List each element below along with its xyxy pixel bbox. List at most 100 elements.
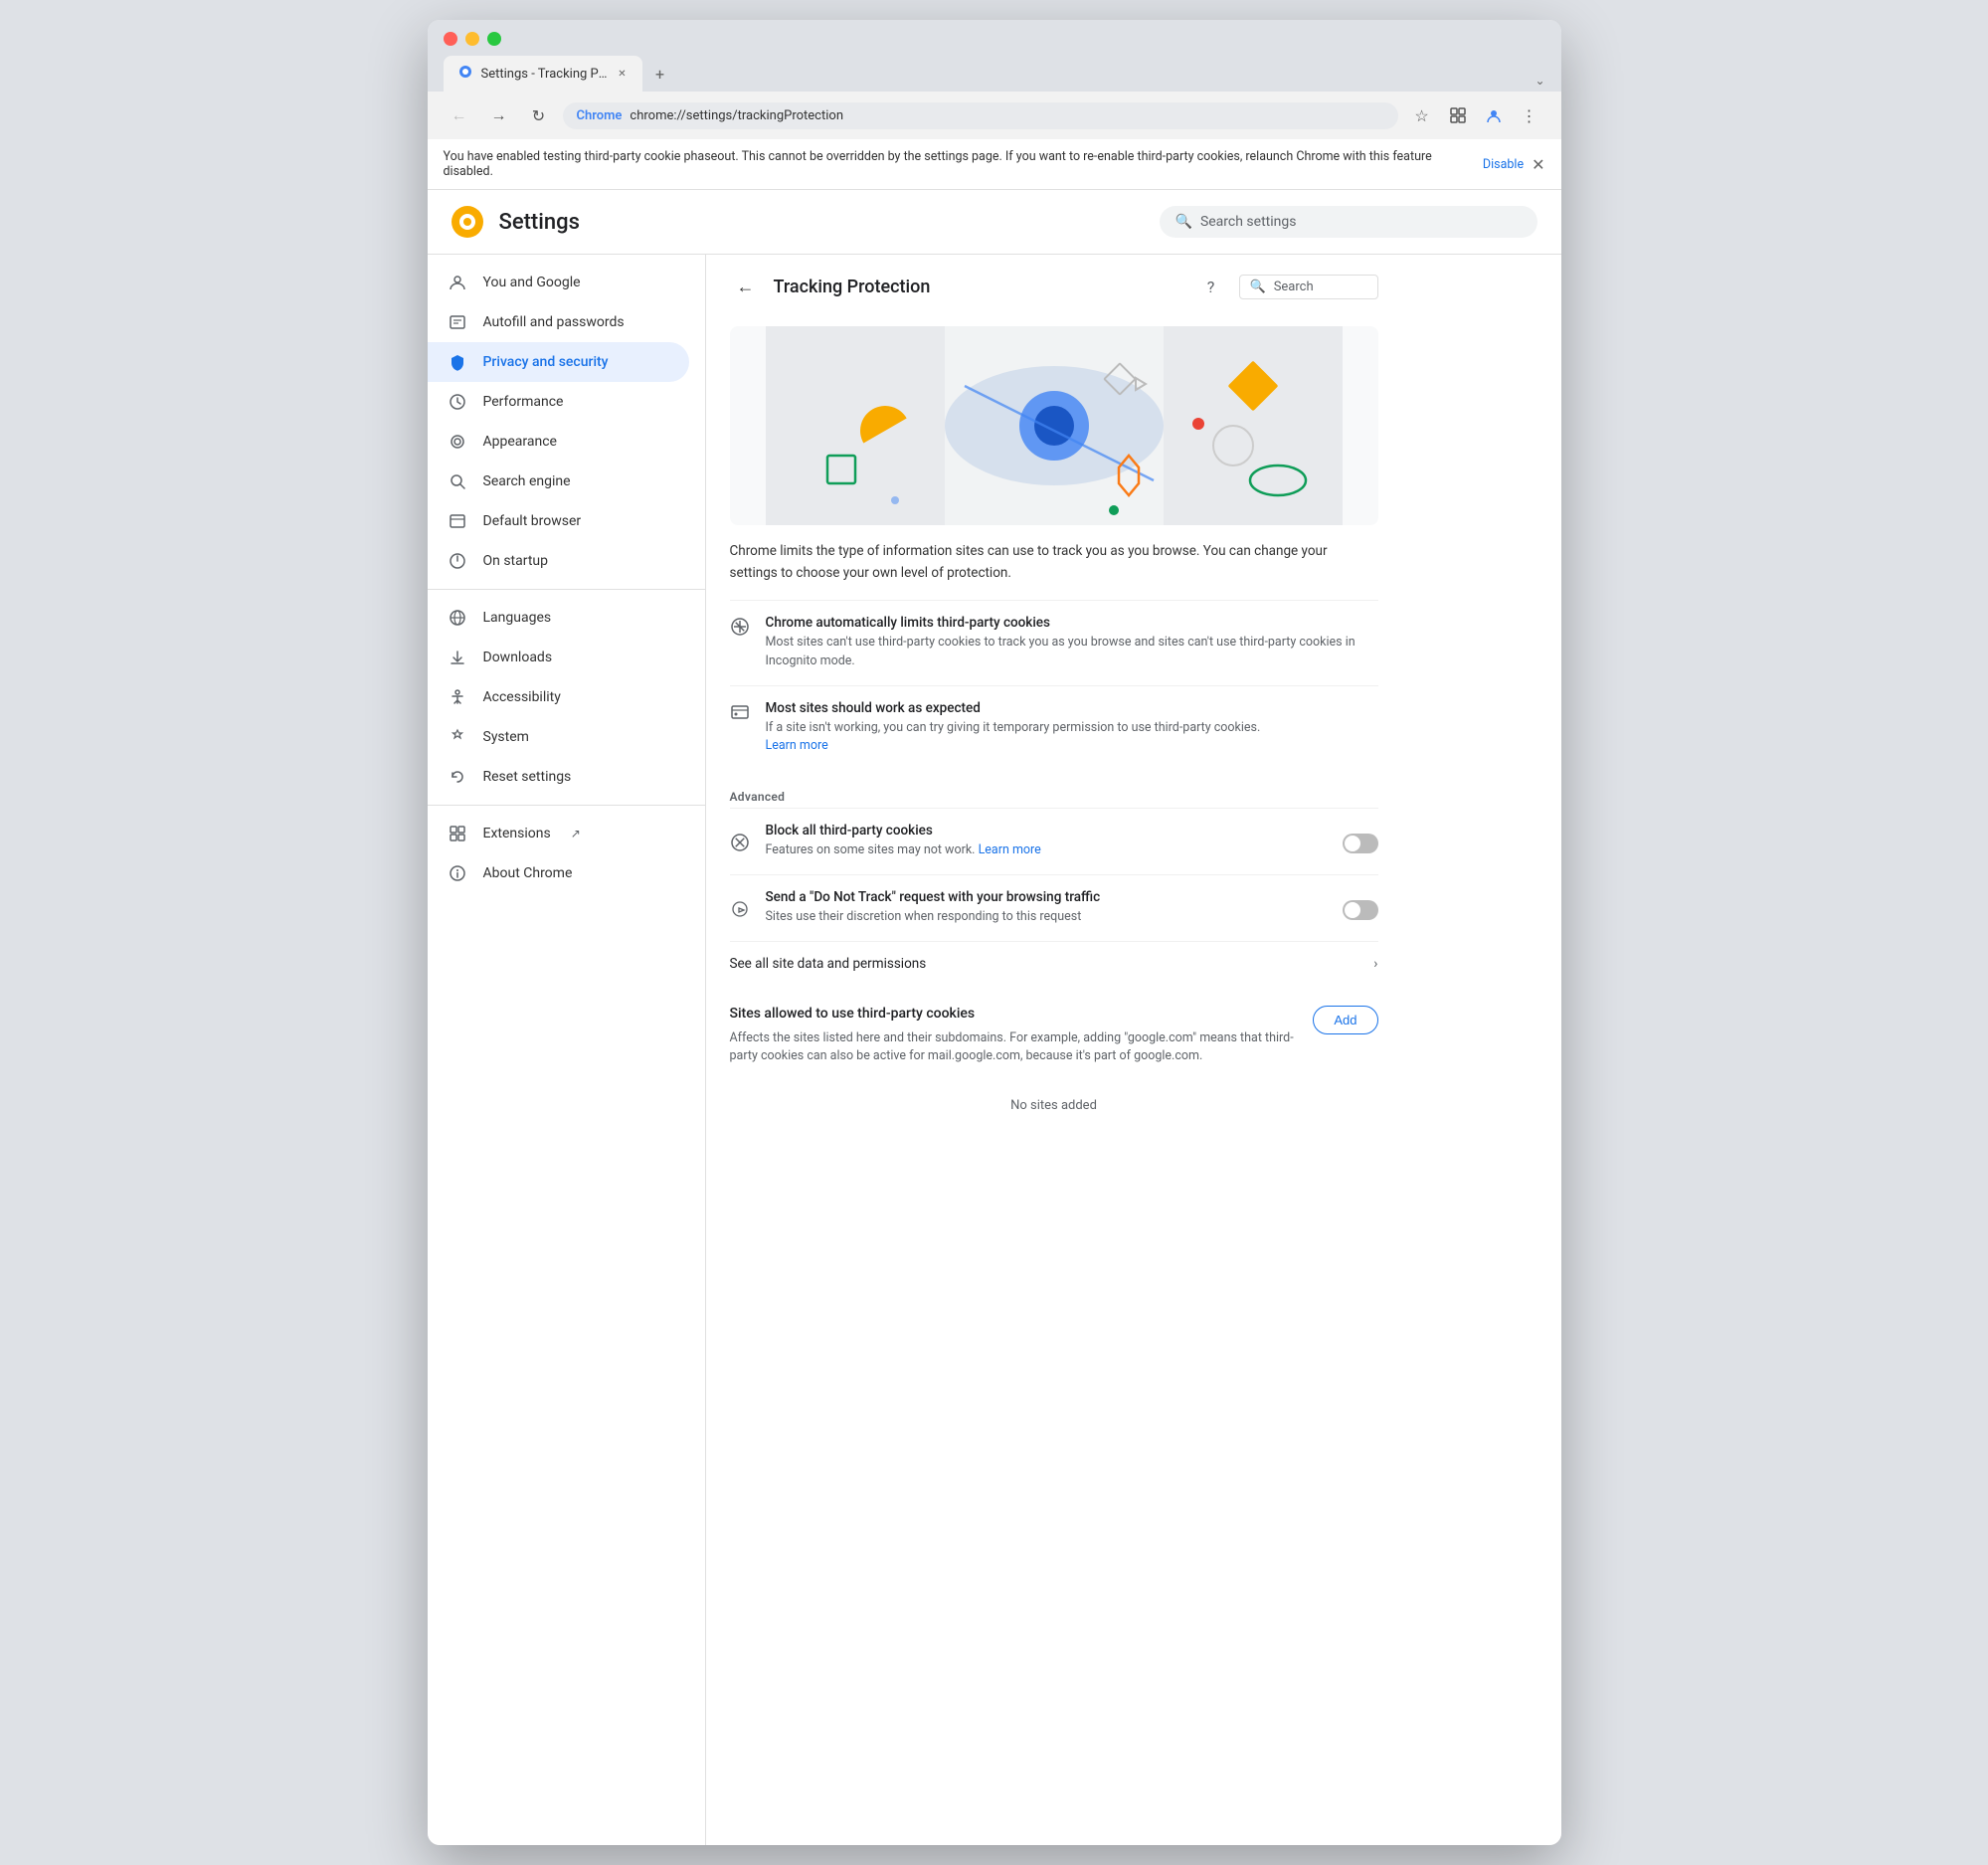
- extensions-sidebar-icon: [448, 824, 467, 843]
- languages-icon: [448, 608, 467, 628]
- content-search[interactable]: 🔍 Search: [1239, 275, 1378, 299]
- search-icon: 🔍: [1175, 214, 1192, 230]
- address-url: chrome://settings/trackingProtection: [630, 108, 843, 123]
- sidebar-item-system[interactable]: System: [428, 717, 689, 757]
- profile-button[interactable]: [1478, 99, 1510, 131]
- sidebar-label-search: Search engine: [483, 473, 571, 489]
- tab-settings-icon: [457, 64, 473, 84]
- accessibility-icon: [448, 687, 467, 707]
- sidebar-item-search-engine[interactable]: Search engine: [428, 462, 689, 501]
- settings-sidebar: You and Google Autofill and passwords Pr…: [428, 255, 706, 1845]
- dnt-toggle[interactable]: [1343, 900, 1378, 920]
- sidebar-label-you-and-google: You and Google: [483, 275, 581, 290]
- sidebar-item-default-browser[interactable]: Default browser: [428, 501, 689, 541]
- learn-more-link-2[interactable]: Learn more: [979, 842, 1041, 857]
- tracking-description: Chrome limits the type of information si…: [730, 541, 1378, 584]
- sidebar-label-performance: Performance: [483, 394, 564, 410]
- sidebar-label-languages: Languages: [483, 610, 552, 626]
- cookie-limit-icon: [730, 617, 750, 637]
- sidebar-item-downloads[interactable]: Downloads: [428, 638, 689, 677]
- settings-search[interactable]: 🔍 Search settings: [1160, 206, 1537, 238]
- forward-button[interactable]: →: [483, 99, 515, 131]
- block-cookies-icon: [730, 833, 750, 852]
- banner-close-button[interactable]: ✕: [1532, 155, 1544, 174]
- traffic-light-close[interactable]: [444, 32, 457, 46]
- block-cookies-toggle[interactable]: [1343, 834, 1378, 853]
- advanced-section-label: Advanced: [730, 790, 1378, 804]
- tab-expand-button[interactable]: ⌄: [1535, 74, 1544, 88]
- sidebar-label-system: System: [483, 729, 529, 745]
- sidebar-label-appearance: Appearance: [483, 434, 557, 450]
- settings-logo: [452, 206, 483, 238]
- help-button[interactable]: ?: [1195, 271, 1227, 302]
- settings-title: Settings: [499, 210, 580, 235]
- sidebar-label-downloads: Downloads: [483, 650, 553, 665]
- extensions-button[interactable]: [1442, 99, 1474, 131]
- menu-button[interactable]: ⋮: [1514, 99, 1545, 131]
- option2-desc: If a site isn't working, you can try giv…: [766, 719, 1378, 757]
- site-data-label: See all site data and permissions: [730, 956, 927, 972]
- toggle2-desc: Sites use their discretion when respondi…: [766, 908, 1327, 927]
- search-placeholder: Search settings: [1200, 214, 1297, 230]
- new-tab-button[interactable]: +: [646, 60, 674, 88]
- toggle-dnt: Send a "Do Not Track" request with your …: [730, 874, 1378, 941]
- sidebar-item-extensions[interactable]: Extensions ↗: [428, 814, 689, 853]
- disable-link[interactable]: Disable: [1483, 157, 1524, 172]
- option-sites-work: Most sites should work as expected If a …: [730, 685, 1378, 771]
- sites-work-icon: [730, 702, 750, 722]
- content-search-icon: 🔍: [1250, 280, 1266, 294]
- back-button[interactable]: ←: [444, 99, 475, 131]
- sites-title: Sites allowed to use third-party cookies: [730, 1006, 1314, 1022]
- sidebar-item-privacy[interactable]: Privacy and security: [428, 342, 689, 382]
- sidebar-item-on-startup[interactable]: On startup: [428, 541, 689, 581]
- traffic-light-maximize[interactable]: [487, 32, 501, 46]
- sidebar-item-reset[interactable]: Reset settings: [428, 757, 689, 797]
- option2-title: Most sites should work as expected: [766, 700, 1378, 716]
- sidebar-item-performance[interactable]: Performance: [428, 382, 689, 422]
- sidebar-item-appearance[interactable]: Appearance: [428, 422, 689, 462]
- address-bar[interactable]: Chrome chrome://settings/trackingProtect…: [563, 102, 1398, 129]
- sites-desc: Affects the sites listed here and their …: [730, 1029, 1314, 1067]
- sidebar-item-you-and-google[interactable]: You and Google: [428, 263, 689, 302]
- sidebar-label-accessibility: Accessibility: [483, 689, 561, 705]
- sidebar-divider-2: [428, 805, 705, 806]
- tab-label: Settings - Tracking Protection: [481, 67, 609, 82]
- add-site-button[interactable]: Add: [1313, 1006, 1377, 1034]
- content-search-placeholder: Search: [1274, 280, 1314, 294]
- option-auto-limit: Chrome automatically limits third-party …: [730, 600, 1378, 685]
- hero-illustration: [730, 326, 1378, 525]
- sidebar-label-startup: On startup: [483, 553, 549, 569]
- page-title: Tracking Protection: [774, 277, 931, 297]
- sidebar-item-languages[interactable]: Languages: [428, 598, 689, 638]
- reload-button[interactable]: ↻: [523, 99, 555, 131]
- back-to-privacy-button[interactable]: ←: [730, 271, 762, 302]
- person-icon: [448, 273, 467, 292]
- system-icon: [448, 727, 467, 747]
- search-engine-icon: [448, 471, 467, 491]
- option1-desc: Most sites can't use third-party cookies…: [766, 634, 1378, 671]
- sidebar-item-autofill[interactable]: Autofill and passwords: [428, 302, 689, 342]
- sidebar-label-reset: Reset settings: [483, 769, 572, 785]
- default-browser-icon: [448, 511, 467, 531]
- banner-text: You have enabled testing third-party coo…: [444, 149, 1475, 179]
- learn-more-link-1[interactable]: Learn more: [766, 738, 828, 753]
- tracking-protection-header: ← Tracking Protection ? 🔍 Search: [730, 255, 1378, 318]
- sidebar-item-about[interactable]: About Chrome: [428, 853, 689, 893]
- no-sites-label: No sites added: [730, 1078, 1378, 1133]
- sites-allowed-section: Sites allowed to use third-party cookies…: [730, 1006, 1378, 1134]
- main-content: ← Tracking Protection ? 🔍 Search: [706, 255, 1561, 1845]
- toggle2-title: Send a "Do Not Track" request with your …: [766, 889, 1327, 905]
- sidebar-divider-1: [428, 589, 705, 590]
- chevron-right-icon: ›: [1373, 956, 1377, 972]
- cookie-banner: You have enabled testing third-party coo…: [428, 139, 1561, 190]
- star-button[interactable]: ☆: [1406, 99, 1438, 131]
- traffic-light-minimize[interactable]: [465, 32, 479, 46]
- toggle-block-all: Block all third-party cookies Features o…: [730, 808, 1378, 874]
- appearance-icon: [448, 432, 467, 452]
- tab-close-button[interactable]: ✕: [616, 66, 628, 82]
- browser-tab-active[interactable]: Settings - Tracking Protection ✕: [444, 56, 642, 92]
- site-data-permissions-row[interactable]: See all site data and permissions ›: [730, 941, 1378, 986]
- toggle1-desc: Features on some sites may not work. Lea…: [766, 841, 1327, 860]
- sidebar-item-accessibility[interactable]: Accessibility: [428, 677, 689, 717]
- toggle1-title: Block all third-party cookies: [766, 823, 1327, 839]
